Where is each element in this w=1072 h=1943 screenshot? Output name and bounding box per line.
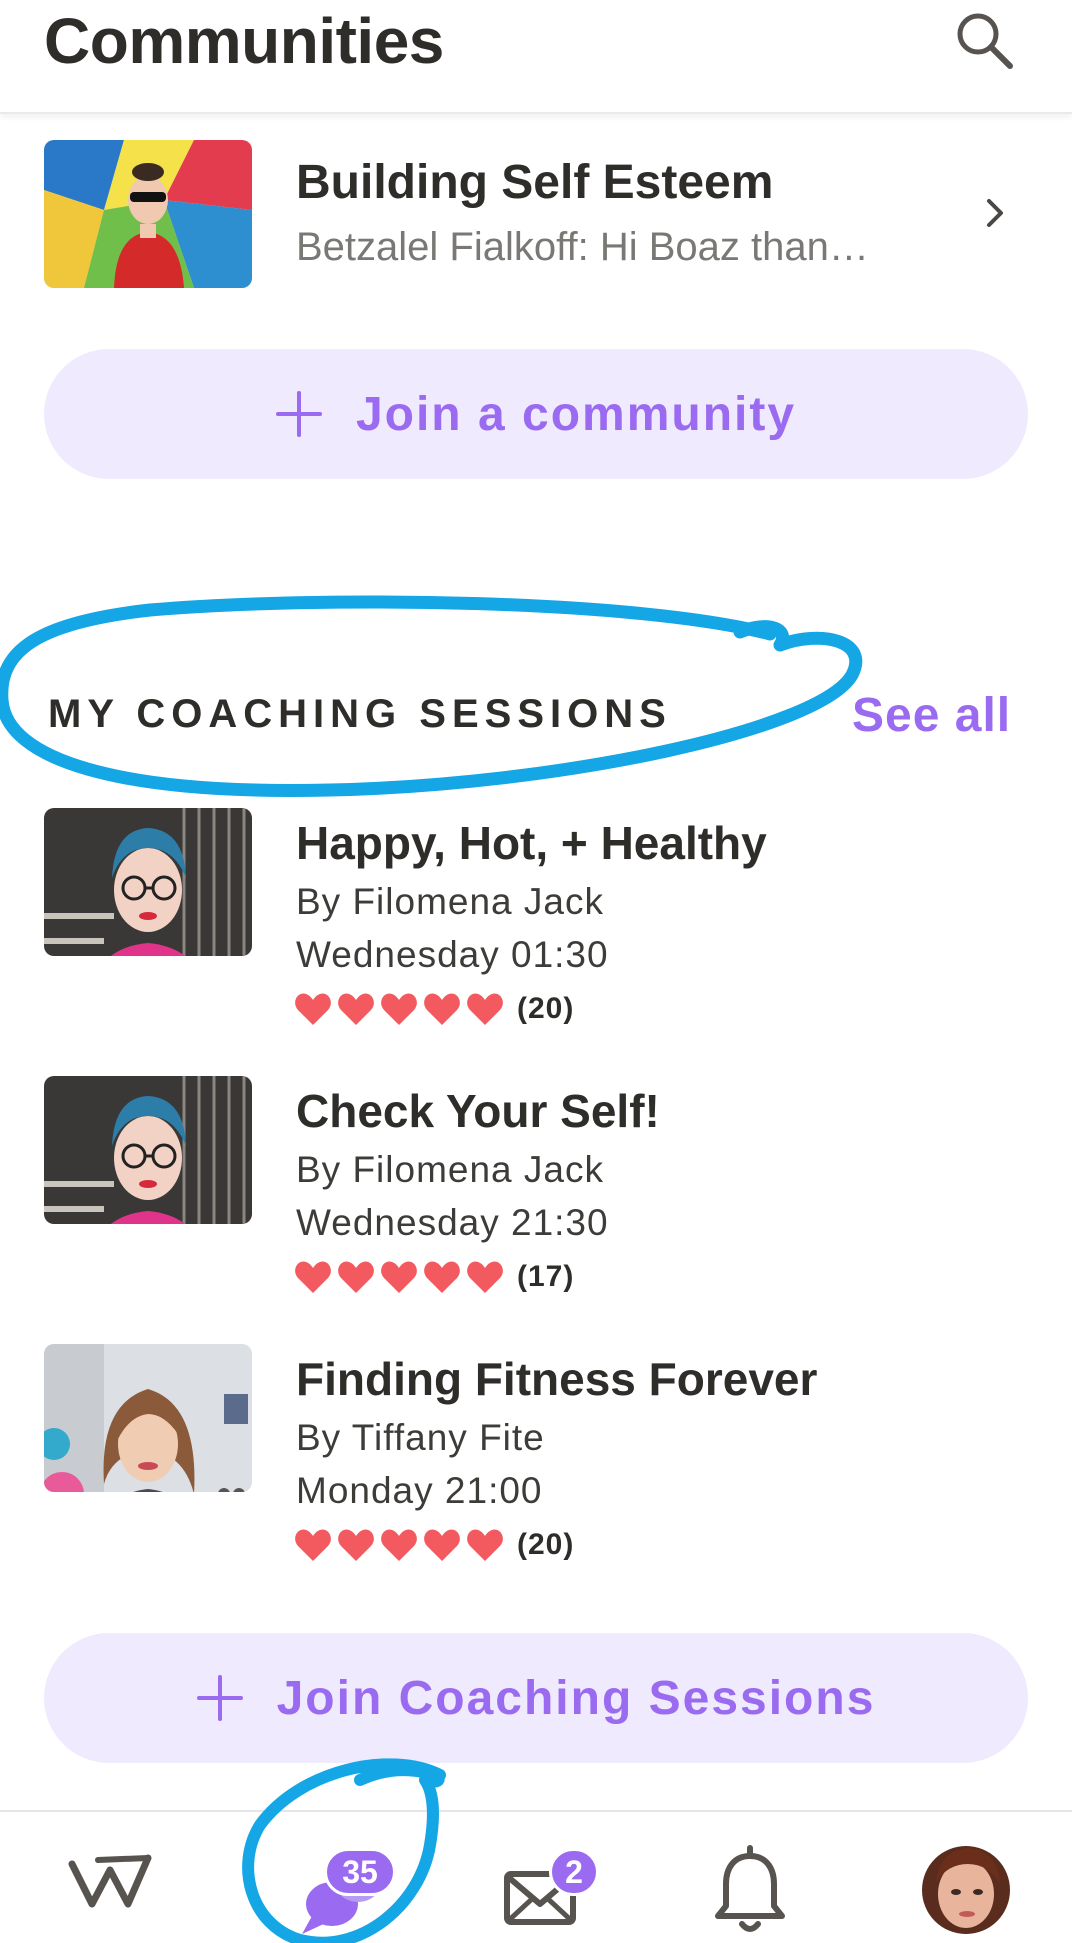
join-coaching-sessions-button[interactable]: Join Coaching Sessions bbox=[44, 1633, 1028, 1763]
home-logo-icon bbox=[68, 1854, 152, 1908]
session-title: Finding Fitness Forever bbox=[296, 1353, 818, 1405]
page-title: Communities bbox=[44, 5, 444, 77]
session-item[interactable]: Finding Fitness Forever By Tiffany Fite … bbox=[0, 1344, 1072, 1574]
heart-rating: (20) bbox=[294, 1527, 574, 1563]
coach-photo bbox=[44, 1344, 252, 1492]
nav-profile[interactable] bbox=[918, 1812, 1018, 1943]
session-item[interactable]: Check Your Self! By Filomena Jack Wednes… bbox=[0, 1076, 1072, 1306]
community-thumbnail bbox=[44, 140, 252, 288]
heart-icon bbox=[338, 1261, 374, 1293]
rating-count: (17) bbox=[517, 1260, 575, 1293]
heart-icon bbox=[381, 993, 417, 1025]
session-time: Wednesday 01:30 bbox=[296, 934, 609, 975]
heart-icon bbox=[295, 1261, 331, 1293]
heart-icon bbox=[467, 1261, 503, 1293]
heart-icon bbox=[381, 1261, 417, 1293]
session-title: Check Your Self! bbox=[296, 1085, 660, 1137]
heart-icon bbox=[338, 1529, 374, 1561]
heart-icon bbox=[424, 1261, 460, 1293]
nav-chat[interactable]: 35 bbox=[270, 1812, 410, 1943]
join-community-button[interactable]: Join a community bbox=[44, 349, 1028, 479]
rating-count: (20) bbox=[517, 992, 575, 1025]
heart-icon bbox=[295, 1529, 331, 1561]
heart-icon bbox=[467, 1529, 503, 1561]
session-coach: By Tiffany Fite bbox=[296, 1417, 545, 1458]
community-last-message: Betzalel Fialkoff: Hi Boaz than… bbox=[296, 225, 869, 269]
profile-avatar bbox=[922, 1846, 1010, 1934]
rating-count: (20) bbox=[517, 1528, 575, 1561]
heart-icon bbox=[381, 1529, 417, 1561]
app-header: Communities bbox=[0, 0, 1072, 114]
session-time: Monday 21:00 bbox=[296, 1470, 543, 1511]
mail-badge: 2 bbox=[549, 1848, 599, 1896]
plus-icon bbox=[275, 391, 322, 437]
bottom-nav: 35 2 bbox=[0, 1810, 1072, 1943]
chat-badge: 35 bbox=[324, 1848, 396, 1896]
heart-icon bbox=[295, 993, 331, 1025]
chevron-right-icon[interactable] bbox=[980, 193, 1010, 233]
heart-rating: (20) bbox=[294, 991, 574, 1027]
heart-icon bbox=[424, 1529, 460, 1561]
heart-icon bbox=[338, 993, 374, 1025]
session-time: Wednesday 21:30 bbox=[296, 1202, 609, 1243]
session-item[interactable]: Happy, Hot, + Healthy By Filomena Jack W… bbox=[0, 808, 1072, 1038]
session-coach: By Filomena Jack bbox=[296, 1149, 604, 1190]
community-title: Building Self Esteem bbox=[296, 156, 774, 209]
session-coach: By Filomena Jack bbox=[296, 881, 604, 922]
bell-icon bbox=[715, 1845, 785, 1932]
session-title: Happy, Hot, + Healthy bbox=[296, 817, 767, 869]
plus-icon bbox=[196, 1675, 243, 1721]
coach-photo bbox=[44, 1076, 252, 1224]
section-title: MY COACHING SESSIONS bbox=[48, 692, 672, 736]
join-community-label: Join a community bbox=[355, 387, 797, 441]
search-icon[interactable] bbox=[950, 6, 1020, 76]
heart-icon bbox=[424, 993, 460, 1025]
join-coaching-label: Join Coaching Sessions bbox=[276, 1671, 876, 1725]
nav-home[interactable] bbox=[60, 1812, 160, 1943]
nav-notifications[interactable] bbox=[700, 1812, 800, 1943]
heart-icon bbox=[467, 993, 503, 1025]
community-list-item[interactable]: Building Self Esteem Betzalel Fialkoff: … bbox=[0, 135, 1072, 288]
heart-rating: (17) bbox=[294, 1259, 574, 1295]
coach-photo bbox=[44, 808, 252, 956]
see-all-link[interactable]: See all bbox=[852, 688, 1011, 743]
nav-mail[interactable]: 2 bbox=[495, 1812, 615, 1943]
